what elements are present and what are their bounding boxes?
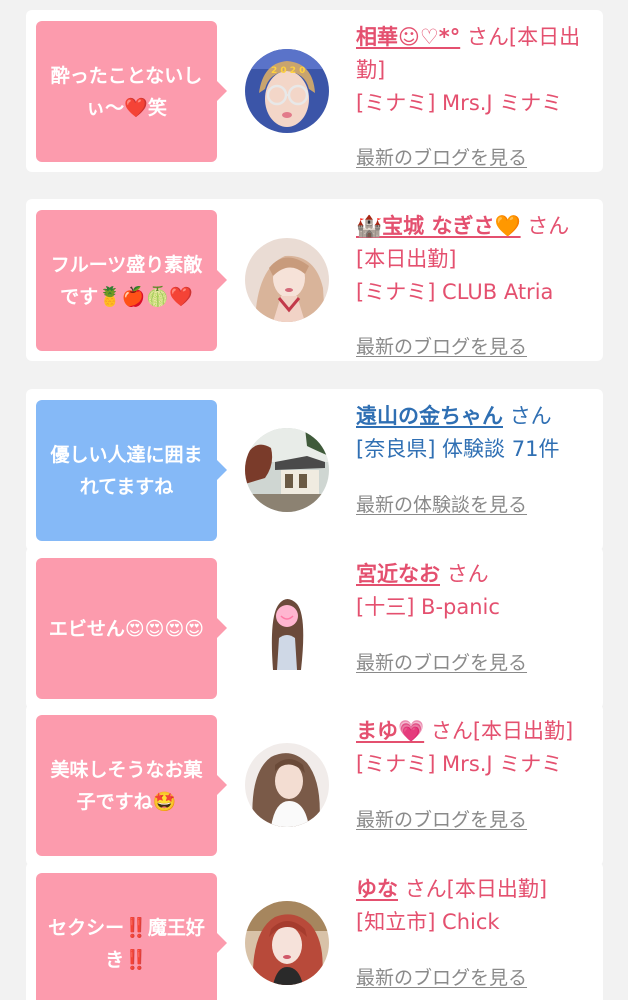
avatar[interactable]	[267, 586, 307, 670]
avatar[interactable]	[245, 743, 329, 827]
user-info: まゆ💗 さん[本日出勤] [ミナミ] Mrs.J ミナミ 最新のブログを見る	[356, 715, 596, 831]
comment-bubble[interactable]: 優しい人達に囲まれてますね	[36, 400, 227, 541]
shop-label[interactable]: [知立市] Chick	[356, 906, 596, 939]
user-info: 🏰宝城 なぎさ🧡 さん[本日出勤] [ミナミ] CLUB Atria 最新のブロ…	[356, 210, 596, 358]
name-suffix: さん	[446, 562, 489, 586]
latest-review-link[interactable]: 最新の体験談を見る	[356, 490, 527, 517]
user-name-link[interactable]: ゆな	[356, 877, 398, 901]
comment-bubble[interactable]: 美味しそうなお菓子ですね🤩	[36, 715, 227, 856]
user-info: 相華☺︎♡*° さん[本日出勤] [ミナミ] Mrs.J ミナミ 最新のブログを…	[356, 21, 596, 169]
user-name-link[interactable]: まゆ💗	[356, 719, 424, 743]
user-name-link[interactable]: 宮近なお	[356, 562, 440, 586]
avatar[interactable]	[245, 428, 329, 512]
user-info: 遠山の金ちゃん さん [奈良県] 体験談 71件 最新の体験談を見る	[356, 400, 596, 516]
name-suffix: さん[本日出勤]	[430, 719, 574, 743]
comment-bubble[interactable]: 酔ったことないしぃ〜❤️笑	[36, 21, 227, 162]
user-info: ゆな さん[本日出勤] [知立市] Chick 最新のブログを見る	[356, 873, 596, 989]
svg-text:2 0 2 0: 2 0 2 0	[271, 66, 305, 76]
area-review-count[interactable]: [奈良県] 体験談 71件	[356, 433, 596, 466]
name-suffix: さん[本日出勤]	[404, 877, 548, 901]
comment-bubble[interactable]: エビせん😍😍😍😍	[36, 558, 227, 699]
user-info: 宮近なお さん [十三] B-panic 最新のブログを見る	[356, 558, 596, 674]
avatar[interactable]	[245, 901, 329, 985]
user-name-link[interactable]: 相華☺︎♡*°	[356, 25, 460, 49]
comment-bubble[interactable]: フルーツ盛り素敵です🍍🍎🍈❤️	[36, 210, 227, 351]
comment-bubble[interactable]: セクシー‼️魔王好き‼️	[36, 873, 227, 1000]
latest-blog-link[interactable]: 最新のブログを見る	[356, 143, 527, 170]
avatar[interactable]: 2 0 2 0	[245, 49, 329, 133]
comment-card: 優しい人達に囲まれてますね 遠山の金ちゃん さん [奈良県] 体験談 71件 最…	[26, 389, 603, 551]
user-name-link[interactable]: 🏰宝城 なぎさ🧡	[356, 214, 521, 238]
shop-label[interactable]: [十三] B-panic	[356, 591, 596, 624]
shop-label[interactable]: [ミナミ] Mrs.J ミナミ	[356, 87, 596, 120]
name-suffix: さん	[509, 404, 552, 428]
shop-label[interactable]: [ミナミ] CLUB Atria	[356, 276, 596, 309]
avatar[interactable]	[245, 238, 329, 322]
comment-card: エビせん😍😍😍😍 宮近なお さん [十三] B-panic 最新のブログを見る	[26, 547, 603, 709]
latest-blog-link[interactable]: 最新のブログを見る	[356, 648, 527, 675]
comment-card: フルーツ盛り素敵です🍍🍎🍈❤️ 🏰宝城 なぎさ🧡 さん[本日出勤] [ミナミ] …	[26, 199, 603, 361]
latest-blog-link[interactable]: 最新のブログを見る	[356, 332, 527, 359]
comment-card: 酔ったことないしぃ〜❤️笑 2 0 2 0 相華☺︎♡*° さん[本日出勤] […	[26, 10, 603, 172]
comment-card: 美味しそうなお菓子ですね🤩 まゆ💗 さん[本日出勤] [ミナミ] Mrs.J ミ…	[26, 704, 603, 866]
latest-blog-link[interactable]: 最新のブログを見る	[356, 805, 527, 832]
user-name-link[interactable]: 遠山の金ちゃん	[356, 404, 503, 428]
comment-card: セクシー‼️魔王好き‼️ ゆな さん[本日出勤] [知立市] Chick 最新の…	[26, 862, 603, 1000]
shop-label[interactable]: [ミナミ] Mrs.J ミナミ	[356, 748, 596, 781]
latest-blog-link[interactable]: 最新のブログを見る	[356, 963, 527, 990]
